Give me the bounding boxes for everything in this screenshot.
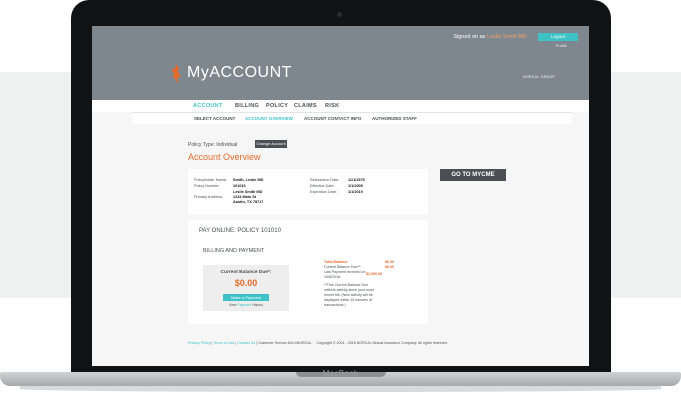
primary-nav: ACCOUNT BILLING POLICY CLAIMS RISK	[92, 100, 589, 112]
retroactive-date-value: 11/1/1975	[348, 178, 365, 182]
policy-type: Policy Type: Individual	[188, 142, 238, 148]
total-balance-value: $0.00	[385, 260, 394, 264]
payment-history-link[interactable]: View Payment History	[203, 303, 289, 307]
go-to-mycme-button[interactable]: GO TO MYCME	[440, 169, 506, 181]
expiration-date-value: 1/1/2019	[348, 190, 363, 194]
total-balance-label: Total Balance:	[324, 260, 349, 264]
address-line-2: 1234 Main St	[233, 195, 257, 199]
last-payment-value: $1,000.00	[366, 272, 382, 276]
site-header: Signed on as Leslie Smith MD Logout Prof…	[92, 26, 589, 100]
laptop-shadow	[20, 386, 661, 392]
flame-logo-icon	[171, 64, 181, 84]
balance-note: **This Current Balance Due reflects acti…	[324, 283, 374, 307]
expiration-date-label: Expiration Date:	[310, 190, 338, 194]
policyholder-label: Policyholder Name:	[194, 178, 227, 182]
history-suffix: History	[252, 303, 264, 307]
current-balance-row-value: $0.00	[385, 265, 394, 269]
effective-date-value: 1/1/2005	[348, 184, 363, 188]
camera-icon	[337, 12, 342, 17]
current-balance-box: Current Balance Due*: $0.00 Make a Payme…	[203, 265, 289, 311]
history-link[interactable]: Payment	[237, 303, 251, 307]
myaccount-logo[interactable]: MyACCOUNT	[187, 64, 292, 82]
billing-payment-title: BILLING AND PAYMENT	[203, 248, 265, 254]
secondary-nav: SELECT ACCOUNT ACCOUNT OVERVIEW ACCOUNT …	[132, 112, 572, 124]
nav-policy[interactable]: POLICY	[266, 103, 288, 109]
nav-authorized-staff[interactable]: AUTHORIZED STAFF	[372, 116, 417, 121]
policy-number-value: 101010	[233, 184, 246, 188]
norcal-logo: NORCAL GROUP	[523, 75, 555, 79]
nav-select-account[interactable]: SELECT ACCOUNT	[194, 116, 235, 121]
address-line-3: Austin, TX 78717	[233, 200, 264, 204]
effective-date-label: Effective Date:	[310, 184, 335, 188]
retroactive-date-label: Retroactive Date:	[310, 178, 340, 182]
signed-in-status: Signed on as Leslie Smith MD	[453, 34, 527, 40]
primary-address-label: Primary Address:	[194, 195, 223, 199]
profile-link[interactable]: Profile	[556, 43, 567, 48]
nav-risk[interactable]: RISK	[325, 103, 339, 109]
policyholder-value: Smith, Leslie MD	[233, 178, 264, 182]
logout-button[interactable]: Logout	[538, 33, 578, 41]
change-account-button[interactable]: Change Account	[255, 140, 287, 148]
make-payment-button[interactable]: Make a Payment	[223, 294, 269, 301]
current-balance-amount: $0.00	[234, 278, 258, 288]
page-title: Account Overview	[188, 152, 261, 162]
copyright: Copyright © 2001 - 2018 NORCAL Mutual In…	[316, 341, 448, 345]
history-prefix: View	[228, 303, 237, 307]
nav-account-overview[interactable]: ACCOUNT OVERVIEW	[245, 116, 293, 121]
nav-billing[interactable]: BILLING	[235, 103, 259, 109]
nav-account[interactable]: ACCOUNT	[193, 103, 223, 109]
terms-of-use-link[interactable]: Terms of Use	[213, 341, 234, 345]
current-balance-row-label: Current Balance Due**:	[324, 265, 362, 269]
nav-claims[interactable]: CLAIMS	[294, 103, 317, 109]
current-balance-label: Current Balance Due*:	[220, 270, 272, 275]
signed-in-prefix: Signed on as	[453, 34, 486, 40]
pay-online-card: PAY ONLINE: POLICY 101010 BILLING AND PA…	[188, 220, 428, 324]
user-name: Leslie Smith MD	[486, 34, 527, 40]
last-payment-date: 10/8/2018:	[324, 275, 341, 279]
account-summary-card: Policyholder Name: Smith, Leslie MD Poli…	[188, 169, 428, 214]
footer: Privacy Policy | Terms of Use | Contact …	[188, 341, 448, 345]
pay-online-title: PAY ONLINE: POLICY 101010	[199, 228, 281, 234]
policy-number-label: Policy Number:	[194, 184, 220, 188]
device-brand-label: MacBook	[322, 369, 359, 378]
privacy-policy-link[interactable]: Privacy Policy	[188, 341, 210, 345]
address-line-1: Leslie Smith MD	[233, 190, 263, 194]
screen: Signed on as Leslie Smith MD Logout Prof…	[92, 26, 589, 366]
customer-service: Customer Service 844.4NORCAL	[258, 341, 312, 345]
contact-us-link[interactable]: Contact Us	[237, 341, 255, 345]
nav-account-contact-info[interactable]: ACCOUNT CONTACT INFO	[304, 116, 361, 121]
last-payment-label: Last Payment received on	[324, 270, 366, 274]
